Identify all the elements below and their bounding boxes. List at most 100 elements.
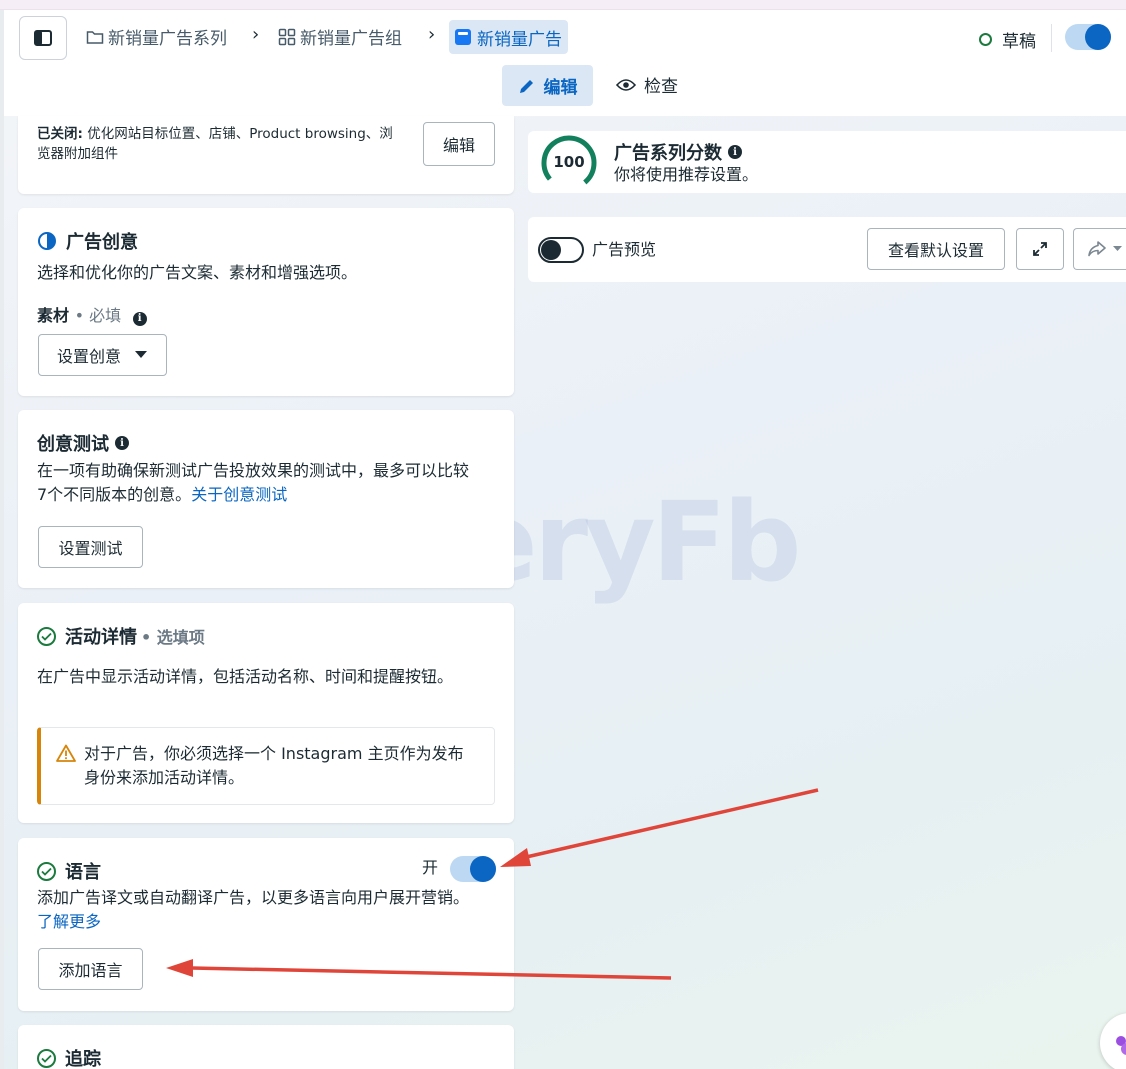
language-description: 添加广告译文或自动翻译广告，以更多语言向用户展开营销。 了解更多 bbox=[37, 886, 512, 934]
info-icon[interactable]: i bbox=[728, 145, 742, 159]
creative-test-title-label: 创意测试 bbox=[37, 434, 109, 455]
breadcrumb-ad-label: 新销量广告 bbox=[477, 29, 562, 50]
required-label: • 必填 bbox=[74, 306, 122, 325]
tab-edit-label: 编辑 bbox=[543, 78, 578, 98]
divider bbox=[1051, 24, 1052, 52]
setup-test-button[interactable]: 设置测试 bbox=[38, 526, 143, 568]
event-details-description: 在广告中显示活动详情，包括活动名称、时间和提醒按钮。 bbox=[37, 667, 454, 686]
campaign-score-panel: 100 广告系列分数 i 你将使用推荐设置。 bbox=[528, 131, 1126, 193]
draft-status: 草稿 bbox=[979, 27, 1036, 52]
warning-icon bbox=[56, 744, 76, 762]
tab-edit[interactable]: 编辑 bbox=[502, 65, 593, 106]
editor-header: 新销量广告系列 › 新销量广告组 › 新销量广告 草稿 编辑 检查 bbox=[4, 10, 1126, 116]
learn-more-link[interactable]: 了解更多 bbox=[37, 912, 101, 931]
ad-creative-title: 广告创意 bbox=[37, 228, 138, 254]
status-circle-icon bbox=[979, 33, 992, 46]
ad-preview-label: 广告预览 bbox=[592, 240, 657, 259]
breadcrumb-ad[interactable]: 新销量广告 bbox=[449, 20, 568, 54]
creative-test-title: 创意测试 i bbox=[37, 430, 129, 456]
view-default-settings-button[interactable]: 查看默认设置 bbox=[867, 228, 1005, 270]
ad-creative-description: 选择和优化你的广告文案、素材和增强选项。 bbox=[37, 263, 358, 282]
assistant-badge[interactable] bbox=[1100, 1013, 1126, 1069]
event-details-title: 活动详情 • 选填项 bbox=[37, 623, 205, 649]
creative-test-desc-1: 在一项有助确保新测试广告投放效果的测试中，最多可以比较 bbox=[37, 461, 470, 480]
creative-test-card: 创意测试 i 在一项有助确保新测试广告投放效果的测试中，最多可以比较 7个不同版… bbox=[18, 410, 514, 588]
breadcrumb-campaign-label: 新销量广告系列 bbox=[108, 29, 227, 49]
language-card: 语言 开 添加广告译文或自动翻译广告，以更多语言向用户展开营销。 了解更多 添加… bbox=[18, 838, 514, 1011]
folder-icon bbox=[86, 30, 104, 44]
score-title: 广告系列分数 i bbox=[614, 139, 742, 165]
check-circle-icon bbox=[37, 861, 56, 881]
score-title-label: 广告系列分数 bbox=[614, 143, 722, 164]
check-circle-icon bbox=[37, 1048, 56, 1068]
expand-icon bbox=[1033, 242, 1047, 256]
chevron-right-icon: › bbox=[428, 24, 436, 45]
disabled-line-2: 览器附加组件 bbox=[37, 146, 118, 162]
ad-creative-card: 广告创意 选择和优化你的广告文案、素材和增强选项。 素材 • 必填 i 设置创意 bbox=[18, 208, 514, 396]
sidebar-toggle-button[interactable] bbox=[19, 16, 67, 60]
chevron-right-icon: › bbox=[252, 24, 260, 45]
draft-status-label: 草稿 bbox=[1002, 32, 1036, 52]
tracking-title: 追踪 bbox=[37, 1045, 101, 1069]
score-subtitle: 你将使用推荐设置。 bbox=[614, 165, 759, 184]
optional-label: • 选填项 bbox=[141, 628, 205, 647]
arrow-to-toggle bbox=[521, 788, 819, 860]
event-details-card: 活动详情 • 选填项 在广告中显示活动详情，包括活动名称、时间和提醒按钮。 对于… bbox=[18, 603, 514, 823]
disabled-prefix: 已关闭: bbox=[37, 126, 83, 142]
edit-button[interactable]: 编辑 bbox=[423, 122, 495, 166]
event-details-title-label: 活动详情 bbox=[65, 627, 137, 648]
warning-text: 对于广告，你必须选择一个 Instagram 主页作为发布 身份来添加活动详情。 bbox=[84, 742, 484, 790]
add-language-button[interactable]: 添加语言 bbox=[38, 948, 143, 990]
language-title-label: 语言 bbox=[65, 862, 101, 883]
language-toggle-label: 开 bbox=[422, 858, 439, 877]
media-label-row: 素材 • 必填 i bbox=[37, 304, 147, 328]
info-icon[interactable]: i bbox=[115, 436, 129, 450]
tracking-title-label: 追踪 bbox=[65, 1049, 101, 1069]
caret-down-icon bbox=[135, 351, 148, 358]
score-value: 100 bbox=[553, 153, 585, 171]
ad-preview-panel: 广告预览 查看默认设置 bbox=[528, 217, 1126, 282]
creative-test-desc-2: 7个不同版本的创意。 bbox=[37, 485, 192, 504]
ad-creative-title-label: 广告创意 bbox=[66, 232, 138, 253]
toggle-knob bbox=[541, 240, 561, 260]
sparkle-icon bbox=[1116, 1036, 1126, 1055]
setup-creative-label: 设置创意 bbox=[57, 347, 122, 366]
setup-creative-dropdown[interactable]: 设置创意 bbox=[38, 334, 167, 376]
toggle-knob bbox=[1085, 24, 1111, 50]
breadcrumb-campaign[interactable]: 新销量广告系列 bbox=[86, 24, 227, 49]
breadcrumb-adset-label: 新销量广告组 bbox=[300, 29, 402, 49]
ad-on-off-toggle[interactable] bbox=[1065, 24, 1111, 50]
sidebar-icon bbox=[34, 30, 52, 46]
tab-review[interactable]: 检查 bbox=[616, 72, 678, 97]
language-toggle[interactable] bbox=[450, 856, 496, 882]
info-icon[interactable]: i bbox=[132, 312, 147, 326]
warning-banner: 对于广告，你必须选择一个 Instagram 主页作为发布 身份来添加活动详情。 bbox=[37, 727, 495, 805]
share-dropdown-button[interactable] bbox=[1073, 228, 1126, 270]
tracking-card: 追踪 bbox=[18, 1025, 514, 1069]
ad-preview-toggle[interactable] bbox=[538, 237, 584, 263]
caret-down-icon bbox=[1113, 246, 1122, 251]
language-title: 语言 bbox=[37, 858, 101, 884]
disabled-line-1: 优化网站目标位置、店铺、Product browsing、浏 bbox=[87, 126, 393, 142]
destination-summary-card: 已关闭: 优化网站目标位置、店铺、Product browsing、浏 览器附加… bbox=[18, 116, 514, 194]
media-label: 素材 bbox=[37, 306, 70, 325]
left-edge bbox=[0, 10, 4, 1069]
pencil-icon bbox=[519, 79, 533, 93]
creative-test-link[interactable]: 关于创意测试 bbox=[191, 485, 287, 504]
disabled-features-text: 已关闭: 优化网站目标位置、店铺、Product browsing、浏 览器附加… bbox=[37, 124, 417, 164]
expand-button[interactable] bbox=[1016, 228, 1064, 270]
grid-icon bbox=[278, 28, 296, 45]
creative-test-description: 在一项有助确保新测试广告投放效果的测试中，最多可以比较 7个不同版本的创意。关于… bbox=[37, 459, 507, 507]
language-desc: 添加广告译文或自动翻译广告，以更多语言向用户展开营销。 bbox=[37, 888, 470, 907]
breadcrumb-adset[interactable]: 新销量广告组 bbox=[278, 24, 402, 49]
warning-line-2: 身份来添加活动详情。 bbox=[84, 768, 245, 787]
check-circle-icon bbox=[37, 626, 56, 646]
tab-review-label: 检查 bbox=[644, 77, 678, 97]
half-circle-icon bbox=[38, 232, 56, 250]
eye-icon bbox=[616, 78, 636, 91]
toggle-knob bbox=[470, 856, 496, 882]
warning-line-1: 对于广告，你必须选择一个 Instagram 主页作为发布 bbox=[84, 744, 464, 763]
ad-icon bbox=[455, 29, 471, 45]
share-icon bbox=[1088, 241, 1106, 257]
browser-top-strip bbox=[0, 0, 1126, 10]
